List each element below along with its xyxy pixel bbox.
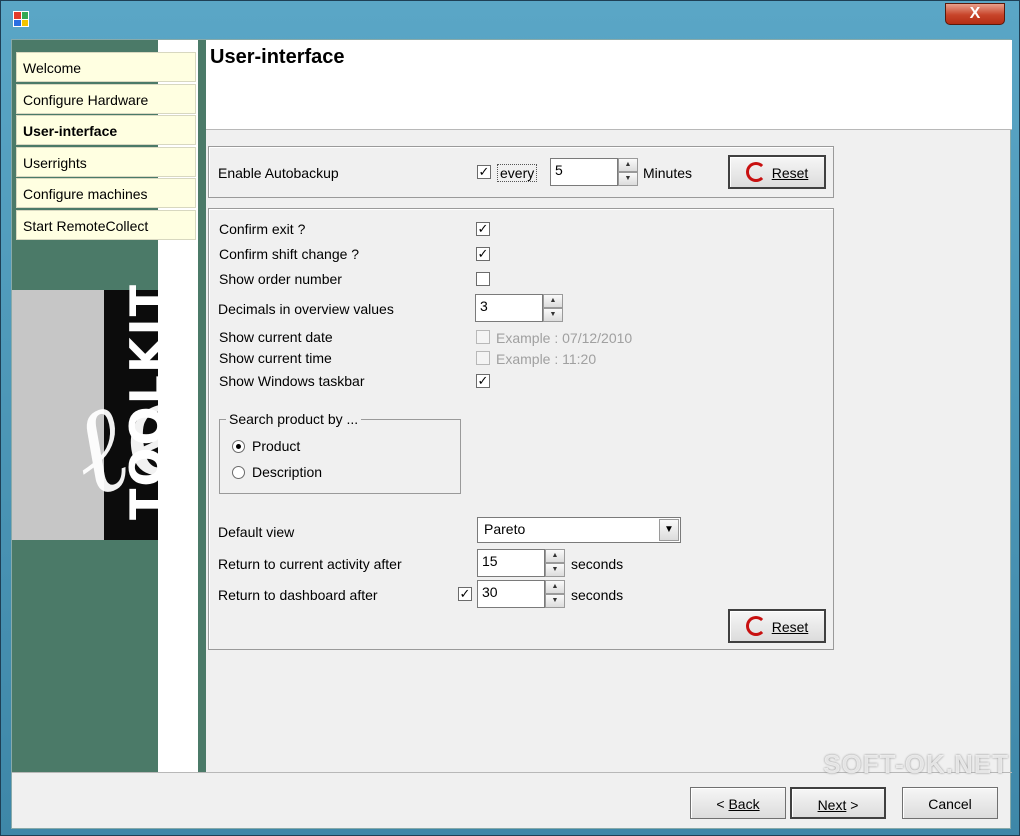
- show-taskbar-label: Show Windows taskbar: [219, 373, 365, 389]
- show-order-checkbox[interactable]: [476, 272, 490, 286]
- nav-item-welcome[interactable]: Welcome: [16, 52, 196, 82]
- spin-up-icon[interactable]: ▲: [545, 549, 565, 563]
- default-view-select[interactable]: Pareto ▼: [477, 517, 681, 543]
- spin-down-icon[interactable]: ▼: [545, 563, 565, 577]
- reset-icon: [745, 162, 766, 183]
- nav-item-user-interface[interactable]: User-interface: [16, 115, 196, 146]
- next-button[interactable]: Next >: [790, 787, 886, 819]
- decimals-label: Decimals in overview values: [218, 301, 394, 317]
- app-icon: [13, 11, 29, 27]
- wizard-steps-nav: Welcome Configure Hardware User-interfac…: [16, 52, 196, 242]
- return-activity-label: Return to current activity after: [218, 556, 402, 572]
- spin-down-icon[interactable]: ▼: [543, 308, 563, 322]
- spin-up-icon[interactable]: ▲: [545, 580, 565, 594]
- show-time-label: Show current time: [219, 350, 332, 366]
- back-button[interactable]: < Back: [690, 787, 786, 819]
- autobackup-interval-value[interactable]: 5: [550, 158, 618, 186]
- divider-stripe: [200, 40, 206, 772]
- return-dashboard-checkbox[interactable]: ✓: [458, 587, 472, 601]
- nav-item-configure-hardware[interactable]: Configure Hardware: [16, 83, 196, 114]
- autobackup-checkbox[interactable]: ✓: [477, 165, 491, 179]
- wizard-client-area: ℓe TOOLKIT Welcome Configure Hardware Us…: [11, 39, 1012, 830]
- show-time-example: Example : 11:20: [496, 351, 597, 367]
- settings-group: Confirm exit ? ✓ Confirm shift change ? …: [208, 208, 834, 650]
- page-title: User-interface: [210, 46, 345, 68]
- toolkit-logo: TOOLKIT: [120, 282, 174, 520]
- return-dashboard-value[interactable]: 30: [477, 580, 545, 608]
- radio-product[interactable]: [232, 440, 245, 453]
- show-taskbar-checkbox[interactable]: ✓: [476, 374, 490, 388]
- autobackup-unit: Minutes: [643, 165, 693, 181]
- nav-item-userrights[interactable]: Userrights: [16, 146, 196, 177]
- autobackup-group: Enable Autobackup ✓ every 5 ▲ ▼ Minutes …: [208, 146, 834, 198]
- radio-description[interactable]: [232, 466, 245, 479]
- reset-icon: [745, 616, 766, 637]
- autobackup-reset-button[interactable]: Reset: [728, 155, 826, 189]
- return-activity-value[interactable]: 15: [477, 549, 545, 577]
- confirm-exit-checkbox[interactable]: ✓: [476, 222, 490, 236]
- nav-item-start-remotecollect[interactable]: Start RemoteCollect: [16, 209, 196, 240]
- spin-down-icon[interactable]: ▼: [618, 172, 638, 186]
- cancel-button[interactable]: Cancel: [902, 787, 998, 819]
- title-bar[interactable]: X: [1, 1, 1019, 35]
- spin-up-icon[interactable]: ▲: [618, 158, 638, 172]
- return-dashboard-label: Return to dashboard after: [218, 587, 378, 603]
- show-date-example: Example : 07/12/2010: [496, 330, 633, 346]
- close-button[interactable]: X: [945, 3, 1005, 25]
- settings-reset-button[interactable]: Reset: [728, 609, 826, 643]
- radio-product-label[interactable]: Product: [252, 438, 300, 454]
- search-product-legend: Search product by ...: [226, 411, 362, 427]
- confirm-shift-checkbox[interactable]: ✓: [476, 247, 490, 261]
- radio-description-label[interactable]: Description: [252, 464, 322, 480]
- show-order-label: Show order number: [219, 271, 342, 287]
- search-product-fieldset: Search product by ... Product Descriptio…: [219, 411, 461, 494]
- autobackup-every-label: every: [497, 164, 538, 182]
- show-date-checkbox[interactable]: [476, 330, 490, 344]
- watermark-logo: SOFT-OK.NET: [823, 749, 1009, 779]
- chevron-down-icon[interactable]: ▼: [659, 519, 679, 541]
- default-view-value: Pareto: [484, 521, 526, 537]
- show-date-label: Show current date: [219, 329, 333, 345]
- branding-panel: ℓe TOOLKIT Welcome Configure Hardware Us…: [12, 40, 200, 772]
- page-header: User-interface: [206, 40, 1012, 130]
- spin-up-icon[interactable]: ▲: [543, 294, 563, 308]
- wizard-footer: < Back Next > Cancel: [12, 772, 1012, 830]
- confirm-exit-label: Confirm exit ?: [219, 221, 306, 237]
- decimals-value[interactable]: 3: [475, 294, 543, 322]
- default-view-label: Default view: [218, 524, 295, 540]
- return-activity-unit: seconds: [571, 556, 624, 572]
- return-dashboard-unit: seconds: [571, 587, 624, 603]
- nav-item-configure-machines[interactable]: Configure machines: [16, 178, 196, 209]
- autobackup-label: Enable Autobackup: [218, 165, 339, 181]
- confirm-shift-label: Confirm shift change ?: [219, 246, 360, 262]
- app-window: X ℓe TOOLKIT Welcome Configure Hardware …: [0, 0, 1020, 836]
- spin-down-icon[interactable]: ▼: [545, 594, 565, 608]
- show-time-checkbox[interactable]: [476, 351, 490, 365]
